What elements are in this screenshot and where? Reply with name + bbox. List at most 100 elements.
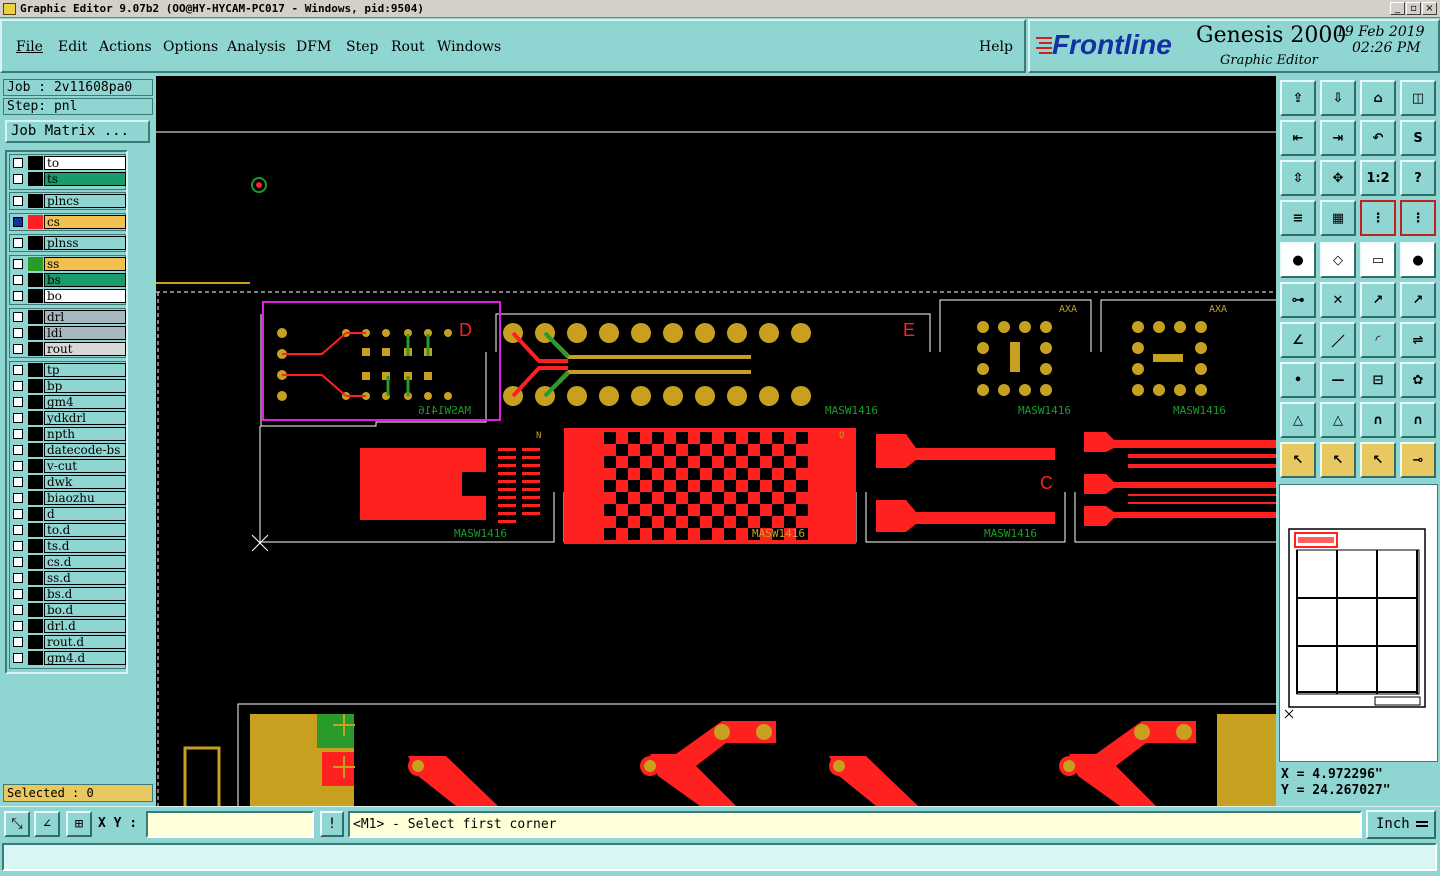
panel-overview-map[interactable] (1279, 484, 1438, 762)
layer-checkbox[interactable] (13, 312, 23, 322)
graphic-canvas[interactable]: D MASW1416 E MASW1416 AXA MASW1416 AXA M… (156, 76, 1276, 806)
layer-row-ss[interactable]: ss (11, 257, 126, 271)
layer-checkbox[interactable] (13, 637, 23, 647)
layer-checkbox[interactable] (13, 621, 23, 631)
ruler-icon[interactable]: ▭ (1360, 242, 1396, 278)
line-icon[interactable]: ↗ (1360, 282, 1396, 318)
layer-row-plncs[interactable]: plncs (11, 194, 126, 208)
snap-icon[interactable]: ⋮ (1360, 200, 1396, 236)
node-icon[interactable]: ⊸ (1400, 442, 1436, 478)
arch-icon[interactable]: ∩ (1360, 402, 1396, 438)
pan-right-icon[interactable]: ⇥ (1320, 120, 1356, 156)
menu-step[interactable]: Step (346, 39, 378, 55)
layer-checkbox[interactable] (13, 461, 23, 471)
record-icon[interactable]: ● (1400, 242, 1436, 278)
layer-row-d[interactable]: d (11, 507, 126, 521)
layer-checkbox[interactable] (13, 605, 23, 615)
layer-checkbox[interactable] (13, 217, 23, 227)
point-icon[interactable]: • (1280, 362, 1316, 398)
cross-icon[interactable]: ✕ (1320, 282, 1356, 318)
layer-row-rout.d[interactable]: rout.d (11, 635, 126, 649)
layer-row-gm4[interactable]: gm4 (11, 395, 126, 409)
group-icon[interactable]: ✿ (1400, 362, 1436, 398)
layer-row-ydkdrl[interactable]: ydkdrl (11, 411, 126, 425)
layer-checkbox[interactable] (13, 509, 23, 519)
layer-checkbox[interactable] (13, 413, 23, 423)
dim-icon[interactable]: ⊟ (1360, 362, 1396, 398)
help-icon[interactable]: ? (1400, 160, 1436, 196)
grid-snap-icon[interactable]: ⊞ (66, 811, 92, 837)
layer-checkbox[interactable] (13, 365, 23, 375)
layer-row-drl.d[interactable]: drl.d (11, 619, 126, 633)
connect-icon[interactable]: ⊶ (1280, 282, 1316, 318)
units-selector[interactable]: Inch (1366, 810, 1436, 839)
layer-row-cs[interactable]: cs (11, 215, 126, 229)
layer-checkbox[interactable] (13, 158, 23, 168)
layer-checkbox[interactable] (13, 238, 23, 248)
layer-row-ldi[interactable]: ldi (11, 326, 126, 340)
menu-options[interactable]: Options (163, 39, 218, 55)
layer-row-plnss[interactable]: plnss (11, 236, 126, 250)
grid-icon[interactable]: ▦ (1320, 200, 1356, 236)
arc-icon[interactable]: ◜ (1360, 322, 1396, 358)
layer-row-drl[interactable]: drl (11, 310, 126, 324)
split-icon[interactable]: ⇌ (1400, 322, 1436, 358)
erase-icon[interactable]: ◇ (1320, 242, 1356, 278)
layer-row-gm4.d[interactable]: gm4.d (11, 651, 126, 665)
triangle-icon[interactable]: △ (1280, 402, 1316, 438)
line2-icon[interactable]: ↗ (1400, 282, 1436, 318)
minus-icon[interactable]: — (1320, 362, 1356, 398)
layer-row-bo[interactable]: bo (11, 289, 126, 303)
home-icon[interactable]: ⌂ (1360, 80, 1396, 116)
layer-row-tp[interactable]: tp (11, 363, 126, 377)
job-matrix-button[interactable]: Job Matrix ... (5, 120, 150, 143)
layer-row-biaozhu[interactable]: biaozhu (11, 491, 126, 505)
layer-checkbox[interactable] (13, 397, 23, 407)
arch2-icon[interactable]: ∩ (1400, 402, 1436, 438)
layer-checkbox[interactable] (13, 196, 23, 206)
layer-checkbox[interactable] (13, 174, 23, 184)
snap2-icon[interactable]: ⋮ (1400, 200, 1436, 236)
layer-checkbox[interactable] (13, 259, 23, 269)
triangle2-icon[interactable]: △ (1320, 402, 1356, 438)
layer-row-ts.d[interactable]: ts.d (11, 539, 126, 553)
zoom-down-icon[interactable]: ⇩ (1320, 80, 1356, 116)
layer-checkbox[interactable] (13, 429, 23, 439)
layer-checkbox[interactable] (13, 653, 23, 663)
layer-checkbox[interactable] (13, 541, 23, 551)
xy-input[interactable] (146, 811, 314, 838)
layer-checkbox[interactable] (13, 477, 23, 487)
undo-icon[interactable]: ↶ (1360, 120, 1396, 156)
select-icon[interactable]: ↖ (1320, 442, 1356, 478)
layer-row-bo.d[interactable]: bo.d (11, 603, 126, 617)
layer-row-ss.d[interactable]: ss.d (11, 571, 126, 585)
layer-row-v-cut[interactable]: v-cut (11, 459, 126, 473)
close-button[interactable]: × (1422, 2, 1437, 15)
layer-row-dwk[interactable]: dwk (11, 475, 126, 489)
layer-checkbox[interactable] (13, 381, 23, 391)
layer-row-ts[interactable]: ts (11, 172, 126, 186)
pointer-icon[interactable]: ↖ (1280, 442, 1316, 478)
angle-measure-icon[interactable]: ∠ (34, 811, 60, 837)
pan-left-icon[interactable]: ⇤ (1280, 120, 1316, 156)
layer-checkbox[interactable] (13, 344, 23, 354)
layer-checkbox[interactable] (13, 525, 23, 535)
maximize-button[interactable]: ▫ (1406, 2, 1421, 15)
settings-icon[interactable]: ≡ (1280, 200, 1316, 236)
menu-edit[interactable]: Edit (58, 39, 87, 55)
menu-dfm[interactable]: DFM (296, 39, 331, 55)
info-icon[interactable]: ! (320, 811, 344, 837)
layer-row-cs.d[interactable]: cs.d (11, 555, 126, 569)
menu-rout[interactable]: Rout (391, 39, 425, 55)
redraw-icon[interactable]: S (1400, 120, 1436, 156)
layer-checkbox[interactable] (13, 291, 23, 301)
layer-checkbox[interactable] (13, 557, 23, 567)
layer-row-to[interactable]: to (11, 156, 126, 170)
menu-file[interactable]: File (16, 39, 43, 55)
layer-row-bs.d[interactable]: bs.d (11, 587, 126, 601)
layer-checkbox[interactable] (13, 328, 23, 338)
select2-icon[interactable]: ↖ (1360, 442, 1396, 478)
zoom-up-icon[interactable]: ⇪ (1280, 80, 1316, 116)
measure-icon[interactable]: ⤡ (4, 811, 30, 837)
layer-checkbox[interactable] (13, 589, 23, 599)
